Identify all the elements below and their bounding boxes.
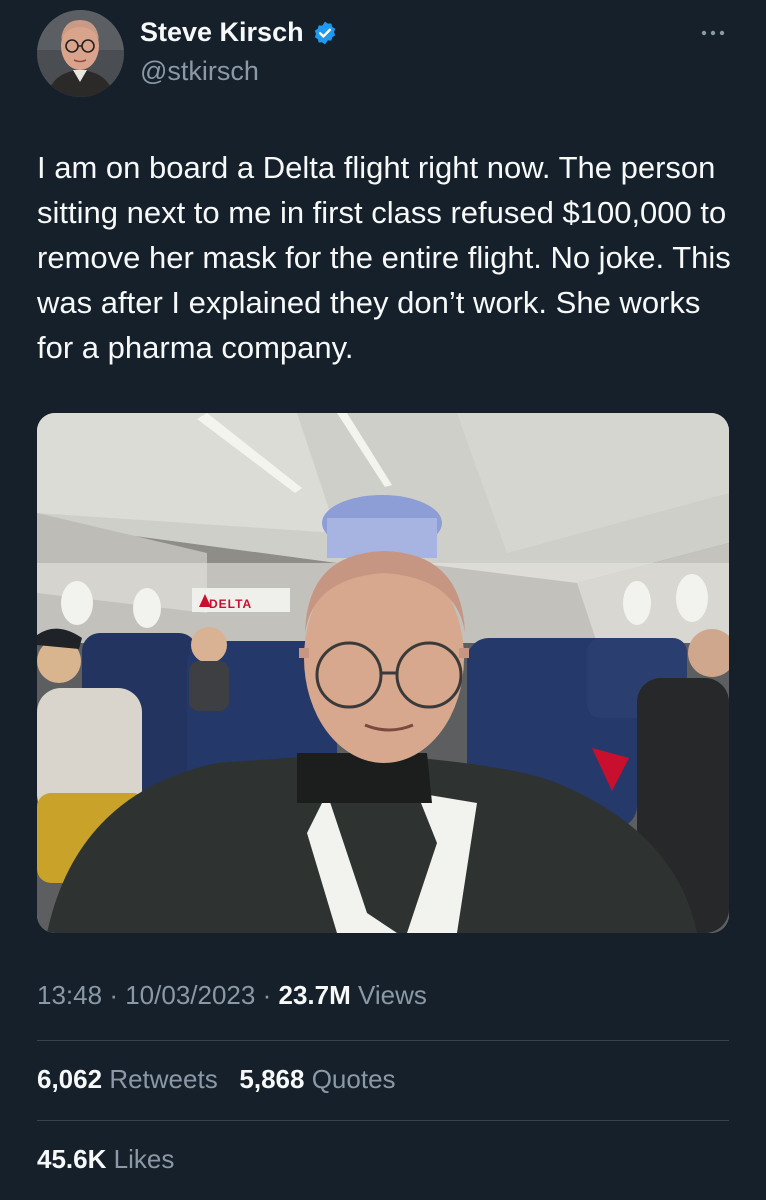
- retweets-stat[interactable]: 6,062 Retweets: [37, 1064, 225, 1094]
- engagement-stats-row: 6,062 Retweets 5,868 Quotes: [37, 1064, 396, 1095]
- more-horizontal-icon[interactable]: [698, 22, 728, 44]
- separator: ·: [109, 980, 118, 1010]
- retweets-count: 6,062: [37, 1064, 103, 1094]
- author-name-text[interactable]: Steve Kirsch: [140, 17, 304, 48]
- avatar[interactable]: [37, 10, 124, 97]
- verified-badge-icon: [312, 20, 338, 46]
- likes-stat[interactable]: 45.6K Likes: [37, 1144, 174, 1174]
- views-count: 23.7M: [278, 980, 351, 1010]
- separator: ·: [262, 980, 272, 1010]
- tweet-time[interactable]: 13:48: [37, 980, 102, 1010]
- tweet-text: I am on board a Delta flight right now. …: [37, 150, 731, 365]
- tweet-meta: 13:48 · 10/03/2023 · 23.7M Views: [37, 980, 427, 1011]
- quotes-label: Quotes: [311, 1064, 396, 1094]
- tweet: Steve Kirsch @stkirsch I am on board a D…: [0, 0, 766, 1200]
- quotes-count: 5,868: [239, 1064, 305, 1094]
- likes-label: Likes: [113, 1144, 175, 1174]
- author-handle[interactable]: @stkirsch: [140, 56, 259, 87]
- likes-count: 45.6K: [37, 1144, 107, 1174]
- divider: [37, 1120, 729, 1121]
- likes-stats-row: 45.6K Likes: [37, 1144, 174, 1175]
- quotes-stat[interactable]: 5,868 Quotes: [239, 1064, 395, 1094]
- retweets-label: Retweets: [109, 1064, 218, 1094]
- tweet-photo[interactable]: DELTA: [37, 413, 729, 933]
- tweet-date[interactable]: 10/03/2023: [125, 980, 255, 1010]
- author-display-name[interactable]: Steve Kirsch: [140, 17, 338, 48]
- views-label: Views: [358, 980, 427, 1010]
- delta-sign: DELTA: [209, 597, 253, 611]
- divider: [37, 1040, 729, 1041]
